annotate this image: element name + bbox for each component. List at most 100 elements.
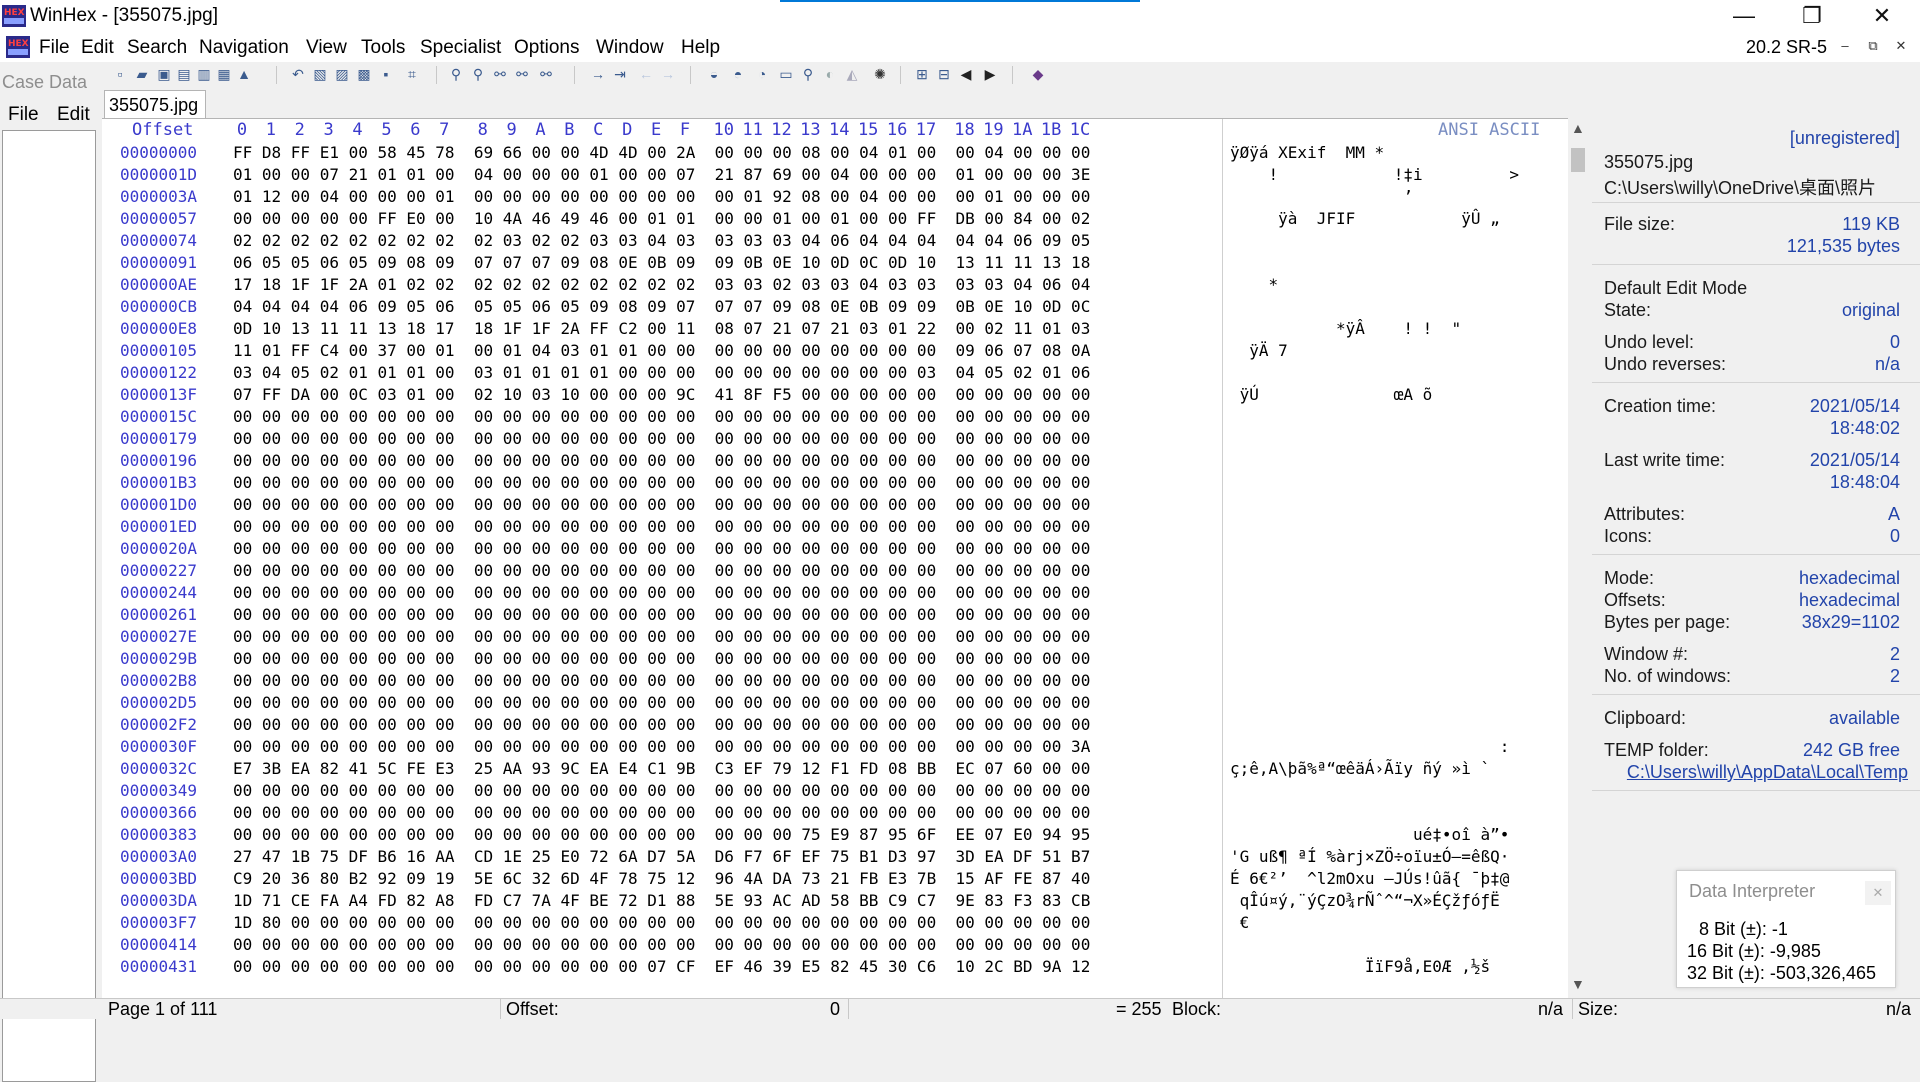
row-hex-bytes[interactable]: 00 00 00 00 00 00 00 00 00 00 00 00 00 0… — [233, 957, 1090, 976]
row-offset[interactable]: 00000074 — [120, 231, 197, 250]
print-icon[interactable]: ▥ — [196, 66, 212, 82]
row-ascii[interactable]: * — [1230, 275, 1279, 294]
menu-options[interactable]: Options — [514, 37, 579, 59]
row-hex-bytes[interactable]: 01 12 00 04 00 00 00 01 00 00 00 00 00 0… — [233, 187, 1090, 206]
hex-row[interactable]: 00000227 00 00 00 00 00 00 00 00 00 00 00… — [102, 559, 1568, 581]
save-icon[interactable]: ▣ — [156, 66, 172, 82]
hex-row[interactable]: 00000261 00 00 00 00 00 00 00 00 00 00 00… — [102, 603, 1568, 625]
row-offset[interactable]: 00000105 — [120, 341, 197, 360]
row-offset[interactable]: 00000196 — [120, 451, 197, 470]
menu-file[interactable]: File — [39, 37, 70, 59]
row-hex-bytes[interactable]: 1D 71 CE FA A4 FD 82 A8 FD C7 7A 4F BE 7… — [233, 891, 1090, 910]
paste-icon[interactable]: ▩ — [356, 66, 372, 82]
row-hex-bytes[interactable]: 04 04 04 04 06 09 05 06 05 05 06 05 09 0… — [233, 297, 1090, 316]
row-hex-bytes[interactable]: 00 00 00 00 00 00 00 00 00 00 00 00 00 0… — [233, 627, 1090, 646]
row-offset[interactable]: 0000015C — [120, 407, 197, 426]
next-window-icon[interactable]: ▶ — [982, 66, 998, 82]
cascade-windows-icon[interactable]: ⊟ — [936, 66, 952, 82]
tile-windows-icon[interactable]: ⊞ — [914, 66, 930, 82]
open-ram-icon[interactable]: ◓ — [730, 66, 746, 82]
hex-row[interactable]: 000001B3 00 00 00 00 00 00 00 00 00 00 00… — [102, 471, 1568, 493]
row-offset[interactable]: 000000CB — [120, 297, 197, 316]
execute-icon[interactable]: ▲ — [236, 66, 252, 82]
hex-row[interactable]: 000002D5 00 00 00 00 00 00 00 00 00 00 00… — [102, 691, 1568, 713]
open-disk-icon[interactable]: ◒ — [706, 66, 722, 82]
row-hex-bytes[interactable]: 1D 80 00 00 00 00 00 00 00 00 00 00 00 0… — [233, 913, 1090, 932]
row-ascii[interactable]: ué‡•oî à”• — [1230, 825, 1509, 844]
hex-row[interactable]: 00000105 11 01 FF C4 00 37 00 01 00 01 04… — [102, 339, 1568, 361]
hex-row[interactable]: 000003BD C9 20 36 80 B2 92 09 19 5E 6C 32… — [102, 867, 1568, 889]
row-offset[interactable]: 000003F7 — [120, 913, 197, 932]
temp-folder-path[interactable]: C:\Users\willy\AppData\Local\Temp — [1627, 762, 1908, 783]
row-hex-bytes[interactable]: 00 00 00 00 00 00 00 00 00 00 00 00 00 0… — [233, 803, 1090, 822]
menu-search[interactable]: Search — [127, 37, 187, 59]
row-hex-bytes[interactable]: 0D 10 13 11 11 13 18 17 18 1F 1F 2A FF C… — [233, 319, 1090, 338]
open-file-icon[interactable]: ▰ — [134, 66, 150, 82]
row-hex-bytes[interactable]: 17 18 1F 1F 2A 01 02 02 02 02 02 02 02 0… — [233, 275, 1090, 294]
previous-window-icon[interactable]: ◀ — [958, 66, 974, 82]
mdi-minimize-button[interactable]: – — [1834, 38, 1856, 58]
compare-icon[interactable]: ◐ — [822, 66, 838, 82]
hex-row[interactable]: 0000003A 01 12 00 04 00 00 00 01 00 00 00… — [102, 185, 1568, 207]
row-offset[interactable]: 00000349 — [120, 781, 197, 800]
row-offset[interactable]: 000000E8 — [120, 319, 197, 338]
row-offset[interactable]: 0000001D — [120, 165, 197, 184]
hex-row[interactable]: 000000E8 0D 10 13 11 11 13 18 17 18 1F 1F… — [102, 317, 1568, 339]
vertical-scrollbar[interactable]: ▲ ▼ — [1568, 118, 1588, 998]
row-hex-bytes[interactable]: 00 00 00 00 00 00 00 00 00 00 00 00 00 0… — [233, 605, 1090, 624]
hex-row[interactable]: 00000122 03 04 05 02 01 01 01 00 03 01 01… — [102, 361, 1568, 383]
row-offset[interactable]: 000001B3 — [120, 473, 197, 492]
row-hex-bytes[interactable]: 00 00 00 00 00 00 00 00 00 00 00 00 00 0… — [233, 583, 1090, 602]
row-hex-bytes[interactable]: 02 02 02 02 02 02 02 02 02 03 02 02 03 0… — [233, 231, 1090, 250]
row-ascii[interactable]: *ÿÂ ! ! " — [1230, 319, 1461, 338]
row-hex-bytes[interactable]: 00 00 00 00 00 00 00 00 00 00 00 00 00 0… — [233, 671, 1090, 690]
row-hex-bytes[interactable]: 00 00 00 00 00 00 00 00 00 00 00 00 00 0… — [233, 517, 1090, 536]
undo-icon[interactable]: ↶ — [290, 66, 306, 82]
row-offset[interactable]: 00000261 — [120, 605, 197, 624]
document-hex-icon[interactable]: HEX — [6, 36, 30, 58]
row-hex-bytes[interactable]: 00 00 00 00 00 00 00 00 00 00 00 00 00 0… — [233, 561, 1090, 580]
find-again-icon[interactable]: ⚯ — [538, 66, 554, 82]
row-offset[interactable]: 00000414 — [120, 935, 197, 954]
row-offset[interactable]: 00000057 — [120, 209, 197, 228]
hex-row[interactable]: 0000001D 01 00 00 07 21 01 01 00 04 00 00… — [102, 163, 1568, 185]
row-offset[interactable]: 000003A0 — [120, 847, 197, 866]
close-button[interactable]: ✕ — [1850, 0, 1914, 32]
hash-icon[interactable]: ◭ — [844, 66, 860, 82]
hex-row[interactable]: 00000383 00 00 00 00 00 00 00 00 00 00 00… — [102, 823, 1568, 845]
row-offset[interactable]: 0000029B — [120, 649, 197, 668]
row-offset[interactable]: 00000383 — [120, 825, 197, 844]
menu-edit[interactable]: Edit — [81, 37, 114, 59]
hex-row[interactable]: 00000366 00 00 00 00 00 00 00 00 00 00 00… — [102, 801, 1568, 823]
cut-icon[interactable]: ▧ — [312, 66, 328, 82]
row-hex-bytes[interactable]: 00 00 00 00 00 00 00 00 00 00 00 00 00 0… — [233, 429, 1090, 448]
row-hex-bytes[interactable]: 00 00 00 00 00 00 00 00 00 00 00 00 00 0… — [233, 473, 1090, 492]
replace-hex-icon[interactable]: ⚯ — [514, 66, 530, 82]
row-hex-bytes[interactable]: 00 00 00 00 00 00 00 00 00 00 00 00 00 0… — [233, 451, 1090, 470]
row-ascii[interactable]: ÿÄ 7 — [1230, 341, 1288, 360]
hex-row[interactable]: 000001ED 00 00 00 00 00 00 00 00 00 00 00… — [102, 515, 1568, 537]
row-offset[interactable]: 000001D0 — [120, 495, 197, 514]
hex-row[interactable]: 00000196 00 00 00 00 00 00 00 00 00 00 00… — [102, 449, 1568, 471]
row-ascii[interactable]: 'G uß¶ ªÍ %àrj×ZÖ÷oïu±Ó—=êßQ· — [1230, 847, 1509, 866]
hex-row[interactable]: 000003DA 1D 71 CE FA A4 FD 82 A8 FD C7 7A… — [102, 889, 1568, 911]
row-offset[interactable]: 00000091 — [120, 253, 197, 272]
hex-row[interactable]: 000002B8 00 00 00 00 00 00 00 00 00 00 00… — [102, 669, 1568, 691]
save-as-icon[interactable]: ▤ — [176, 66, 192, 82]
paste-special-icon[interactable]: ▪ — [378, 66, 394, 82]
scroll-down-icon[interactable]: ▼ — [1571, 976, 1585, 992]
menu-window[interactable]: Window — [596, 37, 664, 59]
scrollbar-thumb[interactable] — [1571, 148, 1585, 172]
row-ascii[interactable]: ÿØÿá XExif MM * — [1230, 143, 1384, 162]
row-hex-bytes[interactable]: 00 00 00 00 00 00 00 00 00 00 00 00 00 0… — [233, 649, 1090, 668]
hex-row[interactable]: 0000020A 00 00 00 00 00 00 00 00 00 00 00… — [102, 537, 1568, 559]
goto-offset-icon[interactable]: → — [590, 66, 606, 82]
calculator-icon[interactable]: ▭ — [778, 66, 794, 82]
row-offset[interactable]: 000003DA — [120, 891, 197, 910]
back-icon[interactable]: ← — [638, 66, 654, 82]
menu-tools[interactable]: Tools — [361, 37, 405, 59]
hex-row[interactable]: 0000013F 07 FF DA 00 0C 03 01 00 02 10 03… — [102, 383, 1568, 405]
row-offset[interactable]: 000002F2 — [120, 715, 197, 734]
row-offset[interactable]: 0000027E — [120, 627, 197, 646]
scroll-up-icon[interactable]: ▲ — [1571, 120, 1585, 136]
